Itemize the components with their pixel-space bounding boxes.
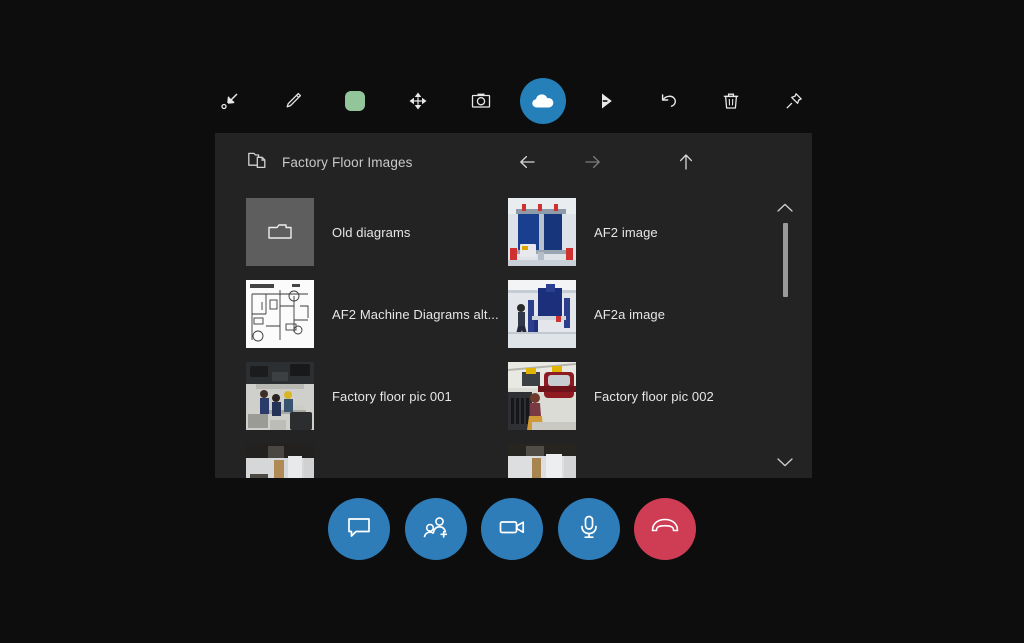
folder-copy-icon bbox=[246, 149, 268, 176]
add-person-icon bbox=[421, 514, 451, 545]
file-picker-panel: Factory Floor Images bbox=[215, 133, 812, 478]
list-item[interactable]: Factory floor pic 002 bbox=[508, 355, 764, 437]
file-list[interactable]: Old diagrams bbox=[215, 191, 812, 478]
thumbnail bbox=[508, 198, 576, 266]
onedrive-tool[interactable] bbox=[520, 78, 566, 124]
list-item-label: Old diagrams bbox=[332, 225, 411, 240]
list-item[interactable]: AF2a image bbox=[508, 273, 764, 355]
cursor-select-icon bbox=[219, 90, 241, 112]
chat-bubble-icon bbox=[345, 514, 373, 545]
list-item[interactable]: Old diagrams bbox=[246, 191, 502, 273]
send-arrow-icon bbox=[595, 90, 617, 112]
pin-tool[interactable] bbox=[771, 78, 817, 124]
list-item-label: AF2a image bbox=[594, 307, 665, 322]
scrollbar[interactable] bbox=[772, 195, 798, 475]
panel-header: Factory Floor Images bbox=[215, 133, 812, 191]
pencil-icon bbox=[282, 90, 304, 112]
list-item[interactable] bbox=[508, 437, 764, 478]
folder-icon bbox=[265, 219, 295, 245]
file-grid: Old diagrams bbox=[246, 191, 764, 478]
thumbnail bbox=[246, 198, 314, 266]
list-item-label: AF2 image bbox=[594, 225, 658, 240]
move-tool[interactable] bbox=[395, 78, 441, 124]
call-control-bar bbox=[328, 497, 696, 561]
chevron-up-icon bbox=[775, 201, 795, 215]
pin-icon bbox=[783, 90, 805, 112]
chat-button[interactable] bbox=[328, 498, 390, 560]
thumbnail bbox=[508, 280, 576, 348]
nav-group bbox=[511, 133, 703, 191]
nav-forward-button[interactable] bbox=[575, 145, 609, 179]
send-tool[interactable] bbox=[583, 78, 629, 124]
mic-button[interactable] bbox=[558, 498, 620, 560]
thumbnail bbox=[246, 444, 314, 478]
delete-tool[interactable] bbox=[708, 78, 754, 124]
list-item[interactable]: Factory floor pic 001 bbox=[246, 355, 502, 437]
add-people-button[interactable] bbox=[405, 498, 467, 560]
list-item-label: Factory floor pic 001 bbox=[332, 389, 452, 404]
cloud-icon bbox=[530, 91, 556, 111]
video-camera-icon bbox=[497, 516, 527, 543]
thumbnail bbox=[508, 444, 576, 478]
panel-title: Factory Floor Images bbox=[282, 155, 413, 170]
undo-tool[interactable] bbox=[646, 78, 692, 124]
list-item-label: Factory floor pic 002 bbox=[594, 389, 714, 404]
scroll-up-button[interactable] bbox=[772, 195, 798, 221]
scrollbar-thumb[interactable] bbox=[783, 223, 788, 297]
thumbnail bbox=[246, 362, 314, 430]
list-item[interactable]: AF2 image bbox=[508, 191, 764, 273]
chevron-down-icon bbox=[775, 455, 795, 469]
nav-back-button[interactable] bbox=[511, 145, 545, 179]
camera-icon bbox=[469, 90, 493, 112]
list-item-label: AF2 Machine Diagrams alt... bbox=[332, 307, 499, 322]
hangup-button[interactable] bbox=[634, 498, 696, 560]
app-root: Factory Floor Images bbox=[0, 0, 1024, 643]
undo-icon bbox=[658, 90, 680, 112]
thumbnail bbox=[246, 280, 314, 348]
list-item[interactable] bbox=[246, 437, 502, 478]
hangup-phone-icon bbox=[649, 517, 681, 542]
color-swatch-icon bbox=[345, 91, 365, 111]
thumbnail bbox=[508, 362, 576, 430]
select-tool[interactable] bbox=[207, 78, 253, 124]
move-arrows-icon bbox=[407, 90, 429, 112]
list-item[interactable]: AF2 Machine Diagrams alt... bbox=[246, 273, 502, 355]
microphone-icon bbox=[577, 513, 601, 546]
video-button[interactable] bbox=[481, 498, 543, 560]
scroll-down-button[interactable] bbox=[772, 449, 798, 475]
pen-tool[interactable] bbox=[270, 78, 316, 124]
annotation-toolbar bbox=[207, 78, 817, 124]
scrollbar-track[interactable] bbox=[783, 223, 788, 447]
color-swatch[interactable] bbox=[332, 78, 378, 124]
breadcrumb[interactable]: Factory Floor Images bbox=[215, 149, 413, 176]
trash-icon bbox=[720, 90, 742, 112]
camera-tool[interactable] bbox=[458, 78, 504, 124]
nav-up-button[interactable] bbox=[669, 145, 703, 179]
